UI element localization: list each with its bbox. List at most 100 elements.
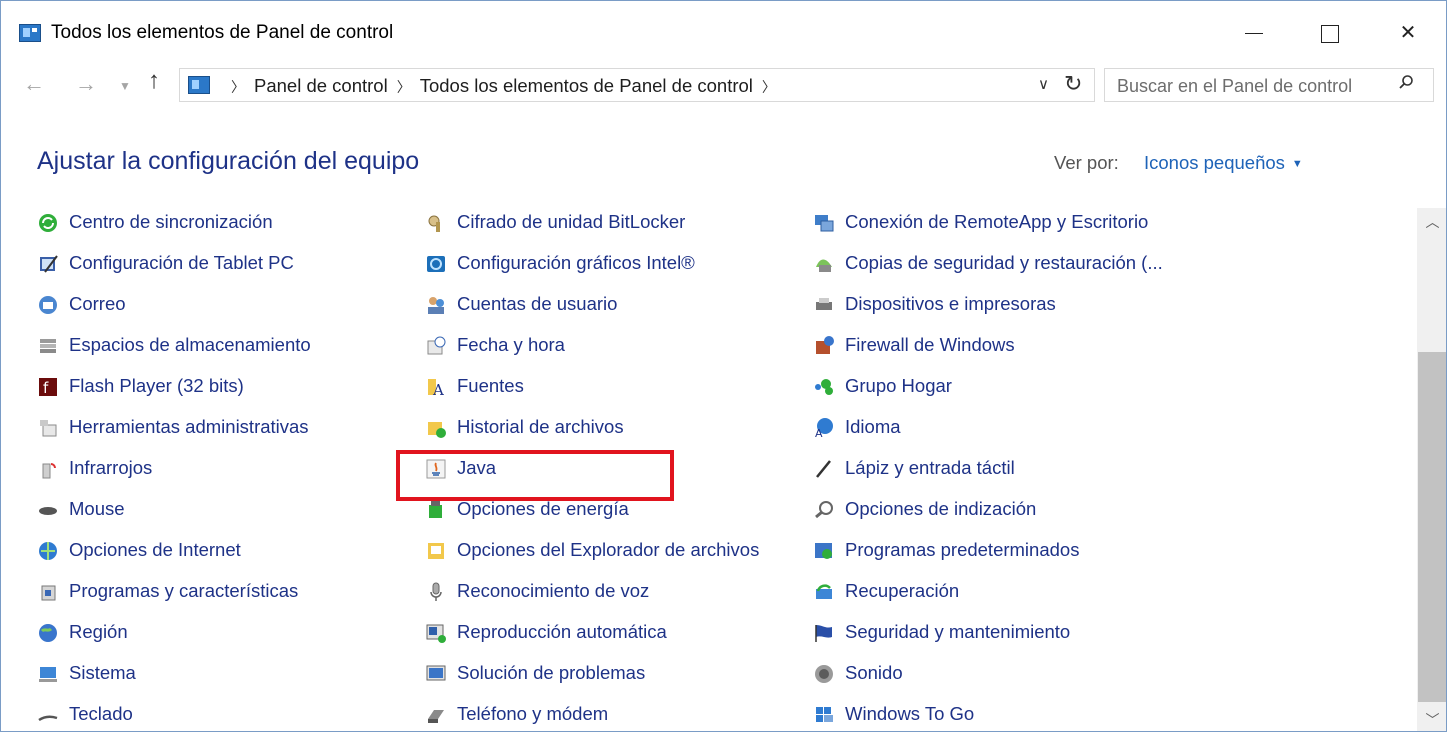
minimize-button[interactable] xyxy=(1231,13,1277,53)
internet-options-icon xyxy=(37,540,59,562)
breadcrumb-item-all-items[interactable]: Todos los elementos de Panel de control xyxy=(420,75,753,96)
homegroup-icon xyxy=(813,376,835,398)
windows-to-go-icon xyxy=(813,704,835,726)
sound-icon xyxy=(813,663,835,685)
troubleshooting-icon xyxy=(425,663,447,685)
vertical-scrollbar[interactable]: ︿ ﹀ xyxy=(1417,208,1446,731)
address-bar[interactable]: 〉 Panel de control 〉 Todos los elementos de… xyxy=(179,68,1095,102)
back-button[interactable]: ← xyxy=(23,71,45,97)
file-explorer-options-icon xyxy=(425,540,447,562)
highlight-box xyxy=(396,450,674,501)
scroll-up-button[interactable]: ︿ xyxy=(1417,212,1446,234)
scroll-down-button[interactable]: ﹀ xyxy=(1417,710,1446,731)
view-by-value: Iconos pequeños xyxy=(1144,152,1285,173)
close-button[interactable]: ✕ xyxy=(1385,13,1431,53)
address-dropdown-button[interactable]: ∨ xyxy=(1038,75,1049,93)
page-title: Ajustar la configuración del equipo xyxy=(37,147,420,175)
list-item-label: Configuración de Tablet PC xyxy=(69,252,294,273)
tablet-pc-icon xyxy=(37,253,59,275)
svg-text:A: A xyxy=(432,381,444,398)
programs-features-icon xyxy=(37,581,59,603)
refresh-button[interactable]: ↻ xyxy=(1064,71,1082,97)
list-item-label: Correo xyxy=(69,293,126,314)
storage-spaces-icon xyxy=(37,335,59,357)
search-input[interactable] xyxy=(1115,75,1389,97)
list-item-label: Recuperación xyxy=(845,580,960,601)
list-item-label: Opciones de energía xyxy=(457,498,629,519)
list-item-label: Sistema xyxy=(69,662,136,683)
list-item-label: Reproducción automática xyxy=(457,621,667,642)
list-item-label: Flash Player (32 bits) xyxy=(69,375,244,396)
security-maintenance-icon xyxy=(813,622,835,644)
list-item-label: Firewall de Windows xyxy=(845,334,1015,355)
control-panel-icon xyxy=(19,24,41,42)
mail-icon xyxy=(37,294,59,316)
firewall-icon xyxy=(813,335,835,357)
items-list: Centro de sincronización Configuración de… xyxy=(1,208,1417,731)
bitlocker-icon xyxy=(425,212,447,234)
list-item-label: Cifrado de unidad BitLocker xyxy=(457,211,686,232)
breadcrumb-item-control-panel[interactable]: Panel de control xyxy=(254,75,388,96)
list-item-label: Reconocimiento de voz xyxy=(457,580,650,601)
svg-text:f: f xyxy=(43,379,49,397)
list-item-label: Historial de archivos xyxy=(457,416,624,437)
breadcrumb-separator: 〉 xyxy=(231,79,245,95)
minimize-icon xyxy=(1245,33,1263,35)
backup-restore-icon xyxy=(813,253,835,275)
list-item-label: Fuentes xyxy=(457,375,524,396)
breadcrumb: 〉 Panel de control 〉 Todos los elementos de… xyxy=(222,75,785,97)
title-bar: Todos los elementos de Panel de control … xyxy=(1,1,1446,63)
list-item-label: Conexión de RemoteApp y Escritorio xyxy=(845,211,1149,232)
view-by-dropdown[interactable]: Iconos pequeños ▼ xyxy=(1144,152,1303,174)
maximize-icon xyxy=(1321,24,1339,43)
sync-center-icon xyxy=(37,212,59,234)
search-icon[interactable] xyxy=(1399,75,1413,89)
control-panel-window: Todos los elementos de Panel de control … xyxy=(0,0,1447,732)
recent-locations-button[interactable]: ▼ xyxy=(119,79,131,93)
list-item-label: Sonido xyxy=(845,662,903,683)
breadcrumb-separator[interactable]: 〉 xyxy=(762,79,776,95)
list-item-label: Dispositivos e impresoras xyxy=(845,293,1056,314)
breadcrumb-separator: 〉 xyxy=(396,79,411,95)
admin-tools-icon xyxy=(37,417,59,439)
list-item-label: Opciones de indización xyxy=(845,498,1037,519)
search-box[interactable] xyxy=(1104,68,1434,102)
speech-recognition-icon xyxy=(425,581,447,603)
maximize-button[interactable] xyxy=(1307,13,1353,53)
devices-printers-icon xyxy=(813,294,835,316)
list-item-label: Programas predeterminados xyxy=(845,539,1080,560)
list-item-label: Idioma xyxy=(845,416,901,437)
svg-text:A: A xyxy=(815,427,823,439)
up-button[interactable]: ↑ xyxy=(148,67,160,95)
pen-touch-icon xyxy=(813,458,835,480)
caret-down-icon: ▼ xyxy=(1291,158,1303,170)
list-item-label: Herramientas administrativas xyxy=(69,416,309,437)
list-item-label: Solución de problemas xyxy=(457,662,646,683)
list-item-label: Infrarrojos xyxy=(69,457,153,478)
navigation-bar: ← → ▼ ↑ 〉 Panel de control 〉 Todos los elem… xyxy=(1,63,1446,107)
phone-modem-icon xyxy=(425,704,447,726)
power-options-icon xyxy=(425,499,447,521)
view-by-label: Ver por: xyxy=(1054,152,1119,173)
remoteapp-icon xyxy=(813,212,835,234)
forward-button[interactable]: → xyxy=(75,71,97,97)
list-item-label: Teléfono y módem xyxy=(457,703,609,724)
list-item-label: Programas y características xyxy=(69,580,299,601)
list-item-label: Windows To Go xyxy=(845,703,975,724)
user-accounts-icon xyxy=(425,294,447,316)
list-item-label: Centro de sincronización xyxy=(69,211,273,232)
list-item-label: Copias de seguridad y restauración (... xyxy=(845,252,1163,273)
window-title: Todos los elementos de Panel de control xyxy=(51,22,394,43)
list-item-label: Grupo Hogar xyxy=(845,375,952,396)
intel-graphics-icon xyxy=(425,253,447,275)
file-history-icon xyxy=(425,417,447,439)
default-programs-icon xyxy=(813,540,835,562)
control-panel-icon xyxy=(188,76,210,94)
list-item-label: Región xyxy=(69,621,128,642)
scroll-thumb[interactable] xyxy=(1418,352,1446,702)
fonts-icon: A xyxy=(425,376,447,399)
close-icon: ✕ xyxy=(1399,22,1417,44)
language-icon: A xyxy=(813,417,835,440)
indexing-options-icon xyxy=(813,499,835,521)
list-item-label: Opciones de Internet xyxy=(69,539,241,560)
